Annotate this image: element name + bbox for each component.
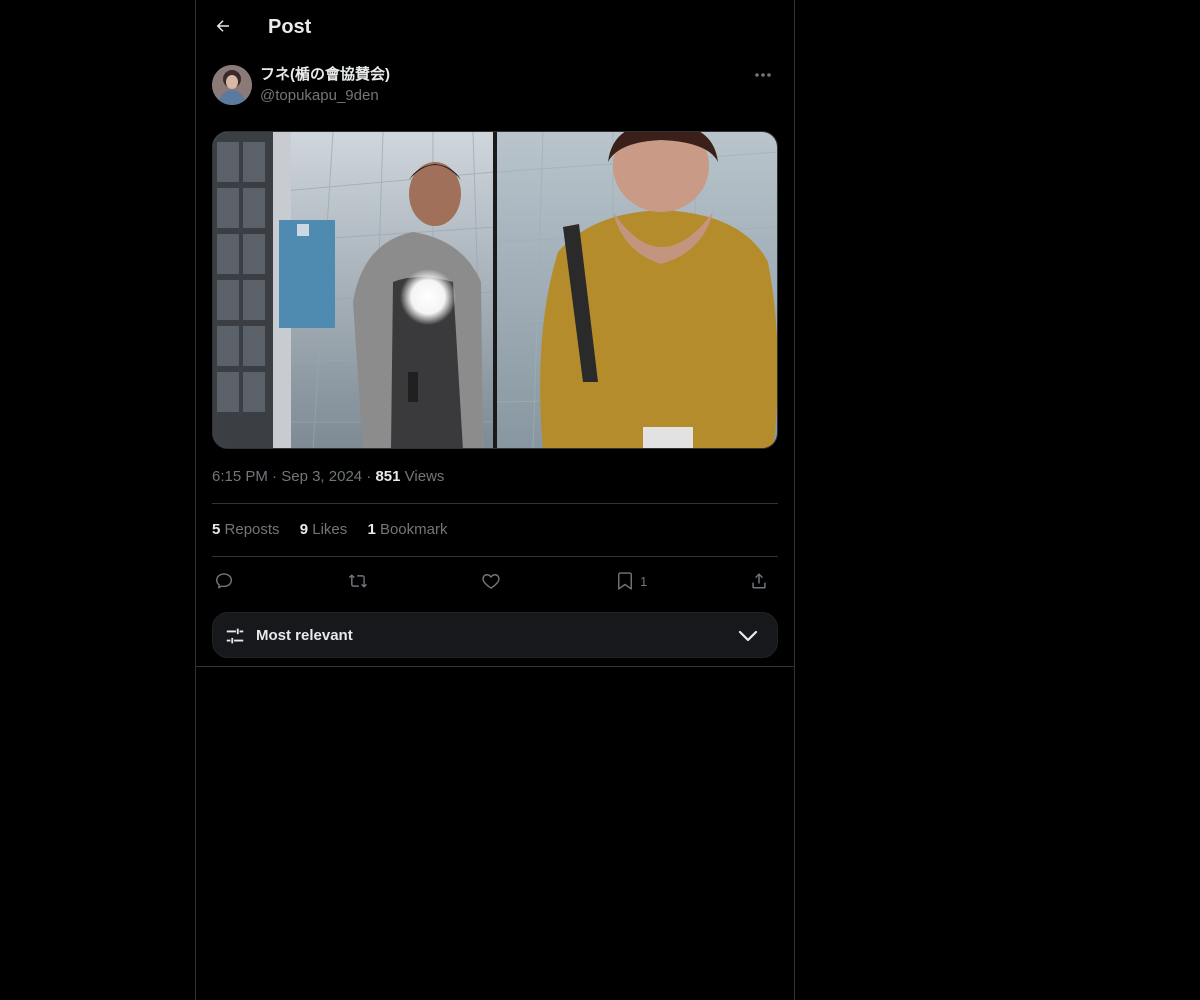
like-button[interactable] — [481, 566, 501, 596]
divider — [212, 503, 778, 504]
share-icon — [752, 573, 766, 589]
repost-icon — [348, 574, 367, 588]
avatar[interactable] — [212, 65, 252, 105]
sort-replies-dropdown[interactable]: Most relevant — [212, 612, 778, 658]
section-divider — [196, 666, 794, 667]
reposts-count: 5 — [212, 521, 221, 538]
post-media[interactable] — [212, 131, 778, 449]
heart-icon — [482, 574, 500, 589]
bookmark-count: 1 — [640, 573, 648, 589]
avatar-image — [212, 65, 252, 105]
arrow-left-icon — [216, 20, 229, 32]
sliders-icon — [226, 628, 244, 644]
likes-stat[interactable]: 9 Likes — [300, 520, 348, 540]
primary-column: Post フネ(楯の會協賛会) @topukapu_9den 6:15 PM ·… — [195, 0, 795, 1000]
bookmarks-stat[interactable]: 1 Bookmark — [367, 520, 447, 540]
reply-button[interactable] — [214, 566, 234, 596]
reposts-label: Reposts — [224, 521, 280, 538]
bookmark-button[interactable]: 1 — [616, 566, 647, 596]
meta-separator: · — [366, 468, 372, 485]
post-stats: 5 Reposts 9 Likes 1 Bookmark — [212, 520, 463, 540]
meta-separator: · — [272, 468, 278, 485]
post-media-image — [213, 132, 777, 448]
bookmarks-count: 1 — [367, 521, 376, 538]
post-date[interactable]: Sep 3, 2024 — [281, 468, 362, 485]
likes-label: Likes — [312, 521, 348, 538]
more-options-button[interactable] — [748, 64, 778, 86]
views-count: 851 — [375, 468, 401, 485]
page-header: Post — [196, 0, 794, 53]
author-display-name[interactable]: フネ(楯の會協賛会) — [260, 65, 390, 85]
post-actions: 1 — [212, 566, 778, 596]
sort-label: Most relevant — [256, 627, 353, 644]
page-title: Post — [268, 16, 312, 38]
reply-icon — [216, 573, 233, 589]
chevron-down-icon — [738, 630, 758, 642]
back-button[interactable] — [208, 11, 238, 41]
post-metadata: 6:15 PM · Sep 3, 2024 · 851 Views — [212, 467, 444, 487]
share-button[interactable] — [749, 566, 769, 596]
more-horizontal-icon — [755, 73, 771, 77]
likes-count: 9 — [299, 521, 309, 538]
divider — [212, 556, 778, 557]
bookmark-icon — [618, 572, 632, 590]
repost-button[interactable] — [347, 566, 369, 596]
bookmarks-label: Bookmark — [379, 521, 448, 538]
author-handle[interactable]: @topukapu_9den — [260, 86, 379, 106]
post-author: フネ(楯の會協賛会) @topukapu_9den — [212, 64, 778, 106]
reposts-stat[interactable]: 5 Reposts — [212, 520, 280, 540]
views-label: Views — [404, 468, 445, 485]
post-time[interactable]: 6:15 PM — [212, 468, 268, 485]
